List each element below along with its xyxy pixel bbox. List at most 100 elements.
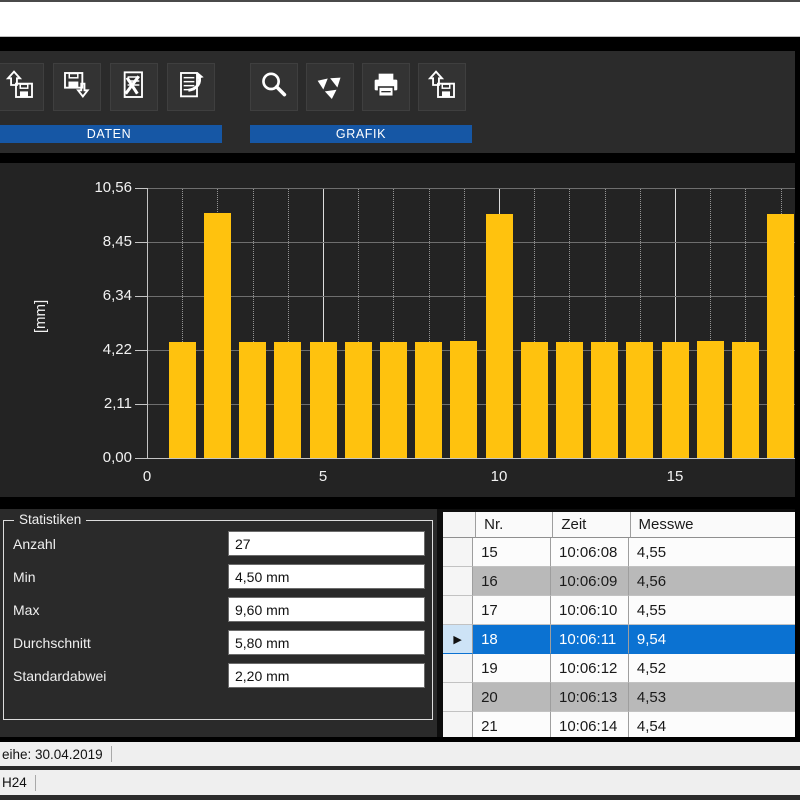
row-selector-cell[interactable] [443,654,473,683]
stat-input-durchschnitt[interactable] [228,630,425,655]
table-cell[interactable]: 9,54 [629,625,800,654]
y-axis-tick [135,404,147,405]
export-data-button[interactable] [167,63,215,111]
table-cell[interactable]: 10:06:14 [551,712,629,737]
chart-bar [310,342,337,458]
measurements-table[interactable]: Nr.ZeitMesswe1510:06:084,551610:06:094,5… [443,512,800,737]
measurement-series-date: eihe: 30.04.2019 [0,747,103,762]
table-row[interactable]: 2110:06:144,54 [443,712,800,737]
table-cell[interactable]: 4,53 [629,683,800,712]
x-tick-label: 0 [127,468,167,485]
stat-label: Durchschnitt [13,635,91,651]
table-row[interactable]: 1710:06:104,55 [443,596,800,625]
print-button[interactable] [362,63,410,111]
table-cell[interactable]: 4,54 [629,712,800,737]
row-selector-cell[interactable] [443,567,473,596]
table-cell[interactable]: 20 [473,683,551,712]
divider-band [0,37,800,51]
horizontal-gridline [147,458,800,459]
document-arrow-icon [175,69,207,106]
stat-input-min[interactable] [228,564,425,589]
table-cell[interactable]: 4,55 [629,596,800,625]
table-cell[interactable]: 18 [473,625,551,654]
floppy-up-icon [4,69,36,106]
y-axis-tick [135,296,147,297]
stat-input-anzahl[interactable] [228,531,425,556]
stat-input-max[interactable] [228,597,425,622]
table-row[interactable]: ▶1810:06:119,54 [443,625,800,654]
y-tick-label: 8,45 [60,233,132,250]
table-cell[interactable]: 10:06:12 [551,654,629,683]
stat-row: Max [4,597,432,623]
chart-bar [591,342,618,458]
chart-bar [274,342,301,458]
refresh-button[interactable] [306,63,354,111]
table-cell[interactable]: 15 [473,538,551,567]
chart-bar [380,342,407,458]
device-id: H24 [0,775,27,790]
toolbar-group-label-daten: DATEN [0,125,222,143]
table-row[interactable]: 1610:06:094,56 [443,567,800,596]
table-cell[interactable]: 4,56 [629,567,800,596]
table-cell[interactable]: 17 [473,596,551,625]
chart-bar [662,342,689,458]
app-window: DATENGRAFIK [mm] 0,002,114,226,348,4510,… [0,0,800,800]
printer-icon [370,69,402,106]
table-cell[interactable]: 16 [473,567,551,596]
y-axis-tick [135,458,147,459]
table-cell[interactable]: 10:06:13 [551,683,629,712]
y-axis-tick [135,350,147,351]
load-data-button[interactable] [0,63,44,111]
toolbar-group-label-grafik: GRAFIK [250,125,472,143]
column-header-zeit: Zeit [553,512,630,538]
chart-bar [626,342,653,458]
table-cell[interactable]: 19 [473,654,551,683]
table-cell[interactable]: 4,52 [629,654,800,683]
title-strip [0,2,800,37]
status-separator [35,775,36,791]
x-tick-label: 10 [479,468,519,485]
stat-label: Standardabwei [13,668,106,684]
stat-row: Anzahl [4,531,432,557]
table-cell[interactable]: 21 [473,712,551,737]
status-bar-1: eihe: 30.04.2019 [0,742,800,766]
table-cell[interactable]: 10:06:10 [551,596,629,625]
table-row[interactable]: 1910:06:124,52 [443,654,800,683]
row-selector-cell[interactable] [443,683,473,712]
table-cell[interactable]: 10:06:08 [551,538,629,567]
save-data-button[interactable] [53,63,101,111]
y-tick-label: 2,11 [60,395,132,412]
y-tick-label: 6,34 [60,287,132,304]
chart-bar [169,342,196,458]
statistics-groupbox-title: Statistiken [14,512,86,527]
recycle-icon [314,69,346,106]
chart-bar [415,342,442,458]
row-selector-cell[interactable] [443,596,473,625]
chart-bar [239,342,266,458]
zoom-button[interactable] [250,63,298,111]
horizontal-gridline [147,188,800,189]
floppy-down-icon [61,69,93,106]
table-cell[interactable]: 4,55 [629,538,800,567]
chart-bar [521,342,548,458]
table-cell[interactable]: 10:06:09 [551,567,629,596]
x-tick-label: 5 [303,468,343,485]
stat-label: Min [13,569,36,585]
table-row[interactable]: 1510:06:084,55 [443,538,800,567]
table-row[interactable]: 2010:06:134,53 [443,683,800,712]
statistics-groupbox: Statistiken AnzahlMinMaxDurchschnittStan… [3,520,433,720]
stat-label: Anzahl [13,536,56,552]
stat-input-standardabwei[interactable] [228,663,425,688]
magnifier-icon [258,69,290,106]
current-row-arrow-icon[interactable]: ▶ [443,625,473,654]
delete-data-button[interactable] [110,63,158,111]
horizontal-gridline [147,296,800,297]
row-selector-cell[interactable] [443,538,473,567]
save-graphic-button[interactable] [418,63,466,111]
y-axis-tick [135,188,147,189]
chart-bar [732,342,759,458]
table-cell[interactable]: 10:06:11 [551,625,629,654]
statistics-panel: Statistiken Anzahl Min Max Durchschnitt Stan… [0,509,437,737]
chart-bar [204,213,231,458]
row-selector-cell[interactable] [443,712,473,737]
